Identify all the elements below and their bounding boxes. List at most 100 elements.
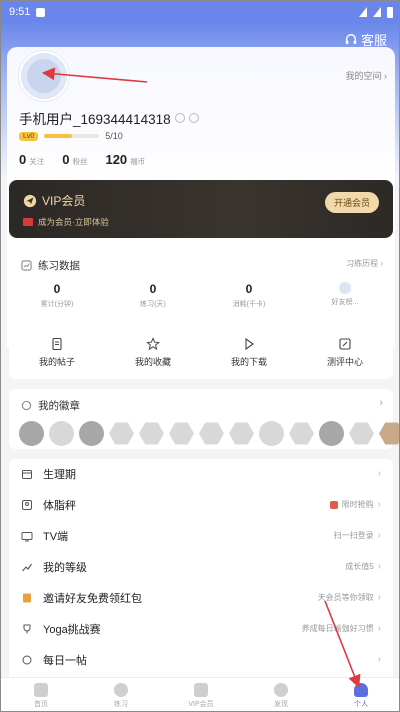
vip-title: VIP会员 bbox=[23, 192, 85, 209]
red-envelope-icon bbox=[23, 218, 33, 226]
list-item-body-fat-scale[interactable]: 体脂秤 限时抢购 › bbox=[9, 490, 393, 519]
list-item-label: Yoga挑战赛 bbox=[43, 623, 101, 636]
list-item-tv[interactable]: TV端 扫一扫登录 › bbox=[9, 521, 393, 550]
vip-subtitle-label: 成为会员·立即体验 bbox=[38, 217, 109, 227]
tab-label: 发现 bbox=[274, 700, 288, 708]
stat-followers[interactable]: 0 粉丝 bbox=[62, 152, 87, 167]
badge-item[interactable] bbox=[109, 422, 134, 445]
settings-list: 生理期 › 体脂秤 限时抢购 › TV端 扫一扫登录 › 我的等级 成长值5 › 邀请… bbox=[9, 459, 393, 681]
badges-title: 我的徽章 bbox=[21, 398, 80, 413]
practice-label: 累计(分钟) bbox=[40, 301, 74, 308]
badges-title-label: 我的徽章 bbox=[38, 400, 80, 412]
my-posts-button[interactable]: 我的帖子 bbox=[9, 337, 105, 368]
stat-following[interactable]: 0 关注 bbox=[19, 152, 44, 167]
practice-data-card[interactable]: 练习数据 习练历程 › 0 累计(分钟) 0 练习(天) 0 消耗(千卡) 好友榜..… bbox=[9, 249, 393, 315]
my-favorites-button[interactable]: 我的收藏 bbox=[105, 336, 201, 368]
friends-icon bbox=[339, 282, 351, 294]
calendar-icon bbox=[21, 468, 33, 480]
badge-item[interactable] bbox=[199, 422, 224, 445]
practice-title: 练习数据 bbox=[21, 258, 80, 273]
badge-item[interactable] bbox=[49, 421, 74, 446]
notification-icon bbox=[36, 7, 46, 17]
tab-profile[interactable]: 个人 bbox=[321, 678, 399, 711]
practice-history-link[interactable]: 习练历程 › bbox=[346, 258, 383, 269]
my-space-link[interactable]: 我的空间 › bbox=[345, 69, 387, 82]
stat-label: 关注 bbox=[29, 157, 45, 166]
list-item-my-level[interactable]: 我的等级 成长值5 › bbox=[9, 552, 393, 581]
trophy-icon bbox=[21, 623, 33, 635]
list-item-label: 体脂秤 bbox=[43, 499, 76, 512]
open-vip-button[interactable]: 开通会员 bbox=[324, 192, 379, 213]
chevron-right-icon: › bbox=[377, 623, 381, 634]
quick-label: 我的收藏 bbox=[134, 356, 171, 367]
tab-vip[interactable]: VIP会员 bbox=[161, 678, 241, 711]
list-item-right: 限时抢购 › bbox=[329, 499, 381, 510]
quick-label: 我的下载 bbox=[230, 356, 267, 367]
sale-tag-icon bbox=[329, 500, 338, 509]
person-icon bbox=[354, 682, 368, 697]
badge-item[interactable] bbox=[259, 421, 284, 446]
chart-icon bbox=[21, 260, 32, 271]
badge-item[interactable] bbox=[139, 422, 164, 445]
level-row[interactable]: Lv0 5/10 bbox=[19, 131, 123, 141]
badge-item[interactable] bbox=[349, 422, 374, 445]
practice-calories: 0 消耗(千卡) bbox=[201, 282, 297, 309]
profile-stats: 0 关注 0 粉丝 120 福币 bbox=[19, 152, 145, 167]
chevron-right-icon: › bbox=[377, 592, 381, 603]
tab-label: 个人 bbox=[354, 700, 368, 708]
friends-ranking[interactable]: 好友榜... bbox=[297, 282, 393, 309]
assessment-center-button[interactable]: 测评中心 bbox=[297, 337, 393, 368]
list-item-label: TV端 bbox=[43, 530, 69, 543]
tab-label: 练习 bbox=[114, 700, 128, 708]
practice-title-label: 练习数据 bbox=[38, 260, 80, 272]
my-space-label: 我的空间 bbox=[345, 71, 382, 81]
list-item-period[interactable]: 生理期 › bbox=[9, 459, 393, 488]
status-icons bbox=[359, 6, 393, 18]
list-item-hint: 扫一扫登录 bbox=[333, 531, 374, 540]
list-item-daily-post[interactable]: 每日一帖 › bbox=[9, 645, 393, 674]
practice-days: 0 练习(天) bbox=[105, 282, 201, 309]
badge-item[interactable] bbox=[379, 422, 399, 445]
stat-value: 120 bbox=[105, 152, 128, 167]
my-downloads-button[interactable]: 我的下载 bbox=[201, 337, 297, 368]
username-row[interactable]: 手机用户_169344414318 bbox=[19, 108, 199, 128]
tab-discover[interactable]: 发现 bbox=[241, 678, 321, 711]
tab-practice[interactable]: 练习 bbox=[81, 678, 161, 711]
stat-value: 0 bbox=[62, 152, 70, 167]
badge-item[interactable] bbox=[319, 421, 344, 446]
list-item-label: 邀请好友免费领红包 bbox=[43, 592, 142, 605]
badge-item[interactable] bbox=[229, 422, 254, 445]
vip-subtitle: 成为会员·立即体验 bbox=[23, 216, 109, 228]
badge-item[interactable] bbox=[289, 422, 314, 445]
badge-item[interactable] bbox=[19, 421, 44, 446]
avatar[interactable] bbox=[19, 51, 69, 101]
gender-icon bbox=[174, 113, 185, 123]
chevron-right-icon: › bbox=[377, 468, 381, 479]
list-item-invite-friends[interactable]: 邀请好友免费领红包 天会员等你领取 › bbox=[9, 583, 393, 612]
document-icon bbox=[52, 337, 62, 350]
tab-home[interactable]: 首页 bbox=[1, 678, 81, 711]
vip-title-label: VIP会员 bbox=[42, 194, 86, 208]
level-icon bbox=[21, 561, 33, 573]
badge-row bbox=[19, 421, 399, 446]
wifi-icon bbox=[359, 7, 367, 17]
level-badge: Lv0 bbox=[19, 131, 39, 141]
edit-icon bbox=[339, 337, 351, 350]
compass-icon bbox=[274, 682, 288, 697]
tv-icon bbox=[21, 530, 33, 542]
status-time: 9:51 bbox=[9, 6, 31, 18]
quick-label: 测评中心 bbox=[326, 356, 363, 367]
badge-item[interactable] bbox=[79, 421, 104, 446]
level-progress-fill bbox=[44, 134, 72, 138]
badge-item[interactable] bbox=[169, 422, 194, 445]
badges-card[interactable]: 我的徽章 › bbox=[9, 389, 399, 449]
stat-coins[interactable]: 120 福币 bbox=[105, 152, 145, 167]
play-icon bbox=[245, 337, 254, 350]
chevron-right-icon: › bbox=[377, 530, 381, 541]
list-item-yoga-challenge[interactable]: Yoga挑战赛 养成每日瑜伽好习惯 › bbox=[9, 614, 393, 643]
list-item-right: 天会员等你领取 › bbox=[318, 592, 381, 603]
play-circle-icon bbox=[114, 682, 128, 697]
vip-card[interactable]: VIP会员 成为会员·立即体验 开通会员 bbox=[9, 180, 393, 238]
list-item-right: › bbox=[374, 654, 381, 665]
battery-icon bbox=[387, 6, 393, 18]
